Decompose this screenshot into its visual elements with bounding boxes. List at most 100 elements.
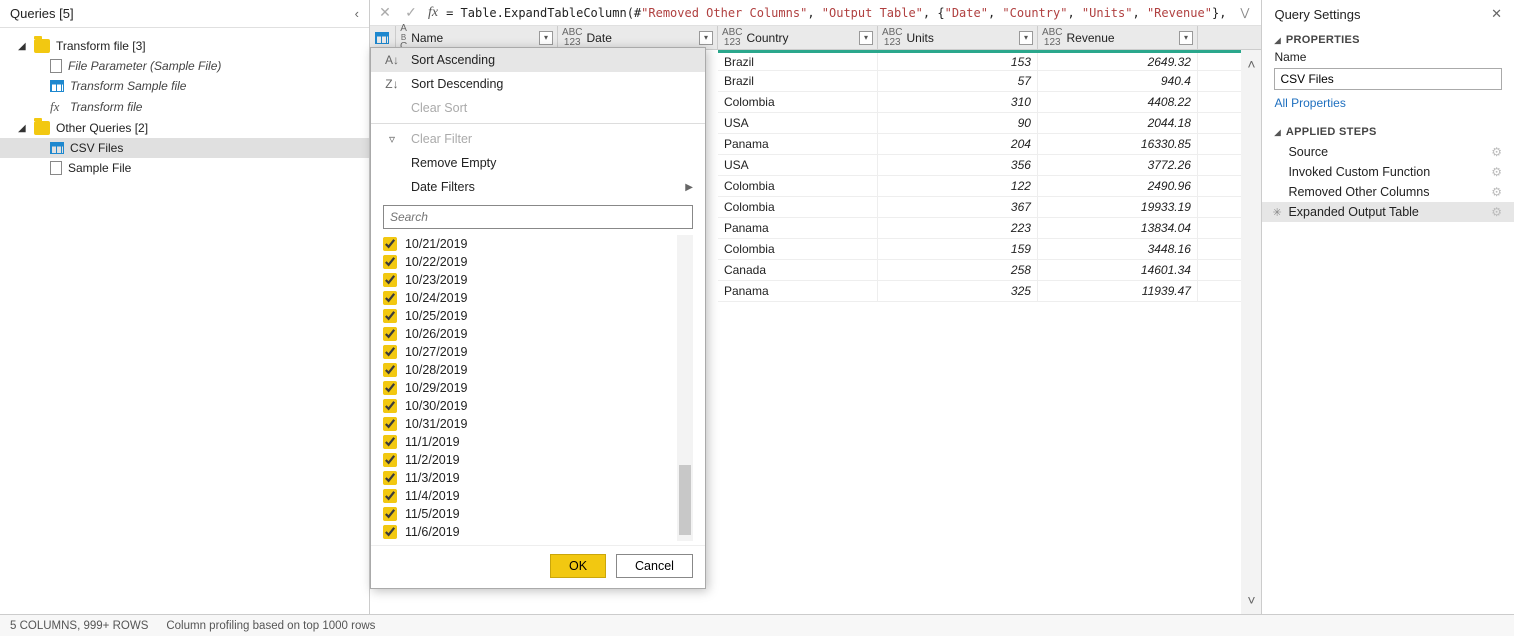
cell-revenue: 14601.34 <box>1038 260 1198 280</box>
query-name-input[interactable] <box>1274 68 1502 90</box>
grid-scrollbar[interactable]: ˄ ˅ <box>1241 50 1261 614</box>
col-revenue[interactable]: ABC123 Revenue ▾ <box>1038 26 1198 49</box>
filter-value-item[interactable]: 10/28/2019 <box>383 361 693 379</box>
col-name-filter[interactable]: ▾ <box>539 31 553 45</box>
remove-empty[interactable]: Remove Empty <box>371 151 705 175</box>
filter-value-item[interactable]: 10/31/2019 <box>383 415 693 433</box>
filter-value-item[interactable]: 10/24/2019 <box>383 289 693 307</box>
formula-commit-icon[interactable]: ✓ <box>402 4 420 21</box>
filter-checkbox[interactable] <box>383 255 397 269</box>
col-name[interactable]: ABC Name ▾ <box>396 26 558 49</box>
tree-item[interactable]: fxTransform file <box>0 96 369 118</box>
table-row[interactable]: Colombia1593448.16 <box>718 239 1262 260</box>
col-revenue-filter[interactable]: ▾ <box>1179 31 1193 45</box>
filter-checkbox[interactable] <box>383 345 397 359</box>
formula-text[interactable]: = Table.ExpandTableColumn(#"Removed Othe… <box>446 6 1226 20</box>
date-filters[interactable]: Date Filters ▶ <box>371 175 705 199</box>
filter-value-item[interactable]: 11/3/2019 <box>383 469 693 487</box>
tree-item[interactable]: File Parameter (Sample File) <box>0 56 369 76</box>
formula-expand-icon[interactable]: ⋁ <box>1234 6 1255 19</box>
filter-checkbox[interactable] <box>383 381 397 395</box>
filter-value-item[interactable]: 10/30/2019 <box>383 397 693 415</box>
formula-cancel-icon[interactable]: ✕ <box>376 4 394 21</box>
table-row[interactable]: Brazil1532649.32 <box>718 50 1262 71</box>
table-row[interactable]: USA902044.18 <box>718 113 1262 134</box>
tree-item[interactable]: Transform Sample file <box>0 76 369 96</box>
fx-icon[interactable]: fx <box>428 5 438 21</box>
filter-value-item[interactable]: 11/2/2019 <box>383 451 693 469</box>
tree-item[interactable]: CSV Files <box>0 138 369 158</box>
filter-checkbox[interactable] <box>383 327 397 341</box>
filter-values-list[interactable]: 10/21/201910/22/201910/23/201910/24/2019… <box>383 235 693 541</box>
applied-steps-section[interactable]: APPLIED STEPS <box>1262 120 1514 142</box>
sort-descending[interactable]: Z↓ Sort Descending <box>371 72 705 96</box>
filter-checkbox[interactable] <box>383 291 397 305</box>
filter-checkbox[interactable] <box>383 453 397 467</box>
scroll-down-icon[interactable]: ˅ <box>1247 586 1255 614</box>
filter-checkbox[interactable] <box>383 435 397 449</box>
table-row[interactable]: Panama20416330.85 <box>718 134 1262 155</box>
filter-checkbox[interactable] <box>383 363 397 377</box>
filter-value-item[interactable]: 10/26/2019 <box>383 325 693 343</box>
scroll-up-icon[interactable]: ˄ <box>1247 50 1255 78</box>
filter-checkbox[interactable] <box>383 525 397 539</box>
row-index-header[interactable] <box>370 26 396 49</box>
all-properties-link[interactable]: All Properties <box>1262 96 1514 120</box>
filter-checkbox[interactable] <box>383 417 397 431</box>
filter-value-item[interactable]: 11/4/2019 <box>383 487 693 505</box>
col-units[interactable]: ABC123 Units ▾ <box>878 26 1038 49</box>
filter-checkbox[interactable] <box>383 399 397 413</box>
filter-value-item[interactable]: 10/22/2019 <box>383 253 693 271</box>
clear-filter: ▿ Clear Filter <box>371 127 705 151</box>
applied-step[interactable]: ✳Expanded Output Table⚙ <box>1262 202 1514 222</box>
applied-step[interactable]: Removed Other Columns⚙ <box>1262 182 1514 202</box>
table-row[interactable]: Colombia3104408.22 <box>718 92 1262 113</box>
col-date-filter[interactable]: ▾ <box>699 31 713 45</box>
table-row[interactable]: Canada25814601.34 <box>718 260 1262 281</box>
cell-revenue: 2649.32 <box>1038 53 1198 70</box>
table-row[interactable]: USA3563772.26 <box>718 155 1262 176</box>
filter-value-item[interactable]: 10/21/2019 <box>383 235 693 253</box>
applied-step[interactable]: Invoked Custom Function⚙ <box>1262 162 1514 182</box>
collapse-queries-icon[interactable]: ‹ <box>355 6 359 21</box>
col-country[interactable]: ABC123 Country ▾ <box>718 26 878 49</box>
filter-checkbox[interactable] <box>383 507 397 521</box>
col-date[interactable]: ABC123 Date ▾ <box>558 26 718 49</box>
filter-value-item[interactable]: 10/23/2019 <box>383 271 693 289</box>
gear-icon[interactable]: ⚙ <box>1491 165 1502 179</box>
tree-folder[interactable]: ◢Transform file [3] <box>0 36 369 56</box>
col-country-filter[interactable]: ▾ <box>859 31 873 45</box>
filter-value-item[interactable]: 10/27/2019 <box>383 343 693 361</box>
table-row[interactable]: Colombia1222490.96 <box>718 176 1262 197</box>
filter-value-item[interactable]: 11/1/2019 <box>383 433 693 451</box>
filter-checkbox[interactable] <box>383 309 397 323</box>
filter-search-input[interactable] <box>383 205 693 229</box>
filter-value-item[interactable]: 11/5/2019 <box>383 505 693 523</box>
applied-step[interactable]: Source⚙ <box>1262 142 1514 162</box>
table-row[interactable]: Panama32511939.47 <box>718 281 1262 302</box>
gear-icon[interactable]: ⚙ <box>1491 145 1502 159</box>
table-row[interactable]: Panama22313834.04 <box>718 218 1262 239</box>
cancel-button[interactable]: Cancel <box>616 554 693 578</box>
filter-value-item[interactable]: 10/29/2019 <box>383 379 693 397</box>
filter-value-item[interactable]: 11/6/2019 <box>383 523 693 541</box>
ok-button[interactable]: OK <box>550 554 606 578</box>
col-units-filter[interactable]: ▾ <box>1019 31 1033 45</box>
close-settings-icon[interactable]: ✕ <box>1491 6 1502 22</box>
tree-folder[interactable]: ◢Other Queries [2] <box>0 118 369 138</box>
table-row[interactable]: Colombia36719933.19 <box>718 197 1262 218</box>
filter-list-scrollbar[interactable] <box>677 235 693 541</box>
cell-revenue: 2490.96 <box>1038 176 1198 196</box>
sort-ascending[interactable]: A↓ Sort Ascending <box>371 48 705 72</box>
properties-section[interactable]: PROPERTIES <box>1262 28 1514 50</box>
gear-icon[interactable]: ⚙ <box>1491 205 1502 219</box>
filter-checkbox[interactable] <box>383 489 397 503</box>
tree-item[interactable]: Sample File <box>0 158 369 178</box>
table-row[interactable]: Brazil57940.4 <box>718 71 1262 92</box>
type-any-icon: ABC123 <box>882 28 903 48</box>
gear-icon[interactable]: ⚙ <box>1491 185 1502 199</box>
filter-checkbox[interactable] <box>383 471 397 485</box>
filter-checkbox[interactable] <box>383 237 397 251</box>
filter-checkbox[interactable] <box>383 273 397 287</box>
filter-value-item[interactable]: 10/25/2019 <box>383 307 693 325</box>
